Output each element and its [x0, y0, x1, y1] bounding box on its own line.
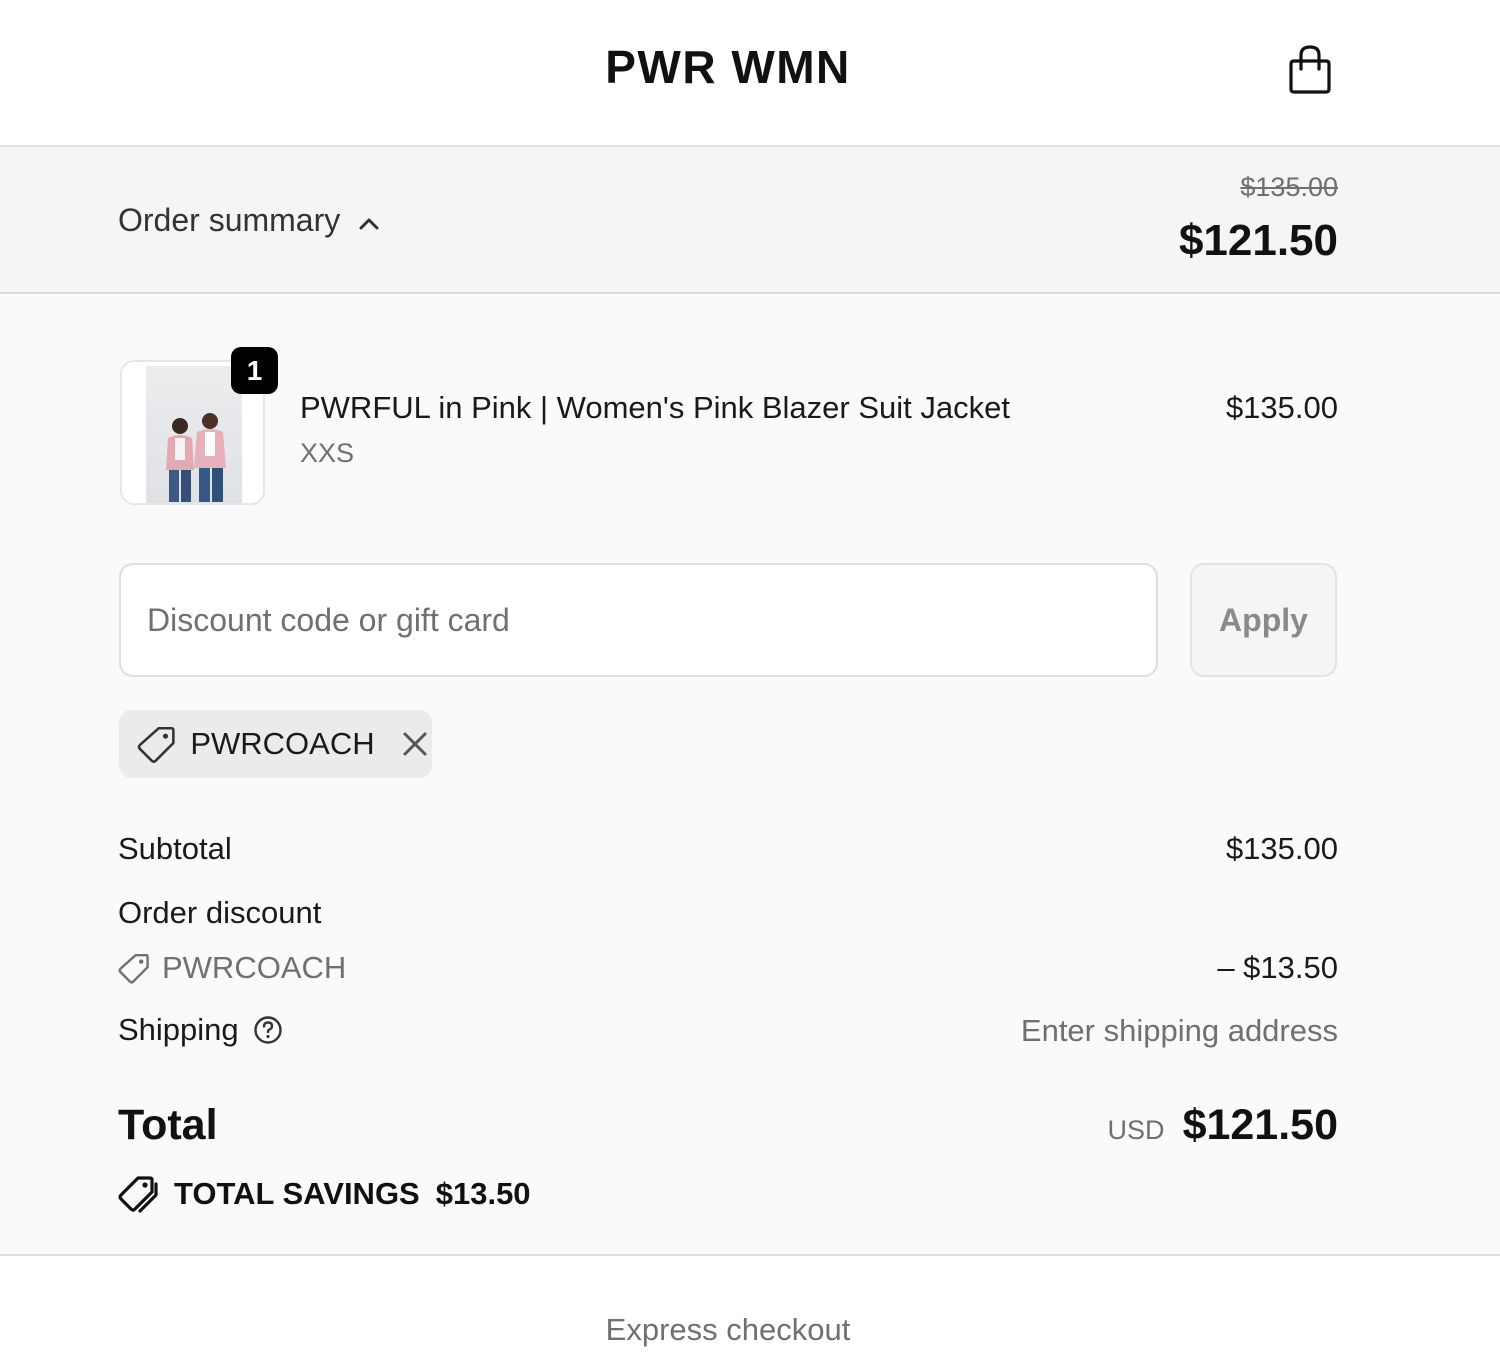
product-name: PWRFUL in Pink | Women's Pink Blazer Sui… [300, 390, 1010, 425]
product-variant: XXS [300, 438, 355, 468]
subtotal-label: Subtotal [118, 831, 232, 866]
shipping-label: Shipping [118, 1012, 239, 1047]
chevron-up-icon [359, 218, 379, 229]
order-discount-value: – $13.50 [1217, 950, 1338, 985]
store-logo[interactable]: PWR WMN [0, 40, 1456, 94]
tag-icon [118, 954, 149, 984]
total-savings: TOTAL SAVINGS $13.50 [118, 1174, 531, 1214]
subtotal-value: $135.00 [1225, 831, 1338, 866]
total-currency: USD [1107, 1115, 1165, 1145]
tags-icon [118, 1176, 158, 1213]
express-checkout-heading: Express checkout [605, 1312, 851, 1347]
total-label: Total [118, 1101, 218, 1149]
order-summary-label: Order summary [118, 202, 341, 238]
shipping-value: Enter shipping address [1020, 1013, 1338, 1048]
product-price: $135.00 [1225, 390, 1338, 425]
total-savings-amount: $13.50 [435, 1176, 531, 1211]
total-value: USD $121.50 [1108, 1101, 1338, 1150]
header: PWR WMN [0, 0, 1500, 147]
discounted-total-price: $121.50 [1178, 216, 1338, 265]
shipping-row: Shipping [118, 1012, 283, 1048]
product-photo [146, 366, 242, 503]
order-summary-toggle[interactable]: Order summary [118, 202, 380, 239]
apply-discount-button[interactable]: Apply [1190, 563, 1337, 677]
quantity-badge: 1 [231, 347, 278, 394]
total-savings-label: TOTAL SAVINGS [174, 1176, 420, 1211]
applied-discount-code: PWRCOACH [190, 726, 375, 761]
close-icon [403, 732, 427, 756]
total-amount: $121.50 [1182, 1101, 1338, 1149]
remove-discount-button[interactable] [399, 727, 432, 761]
shipping-help-button[interactable] [253, 1015, 283, 1045]
tag-icon [137, 726, 175, 763]
applied-discount-chip: PWRCOACH [119, 710, 432, 778]
discount-code-input[interactable] [119, 563, 1158, 677]
original-total-price: $135.00 [1240, 172, 1338, 202]
order-discount-code-line: PWRCOACH [118, 950, 346, 986]
help-circle-icon [253, 1016, 282, 1044]
cart-button[interactable] [1285, 42, 1335, 96]
shopping-bag-icon [1289, 45, 1331, 94]
order-discount-label: Order discount [118, 895, 322, 930]
order-discount-code: PWRCOACH [162, 950, 347, 985]
